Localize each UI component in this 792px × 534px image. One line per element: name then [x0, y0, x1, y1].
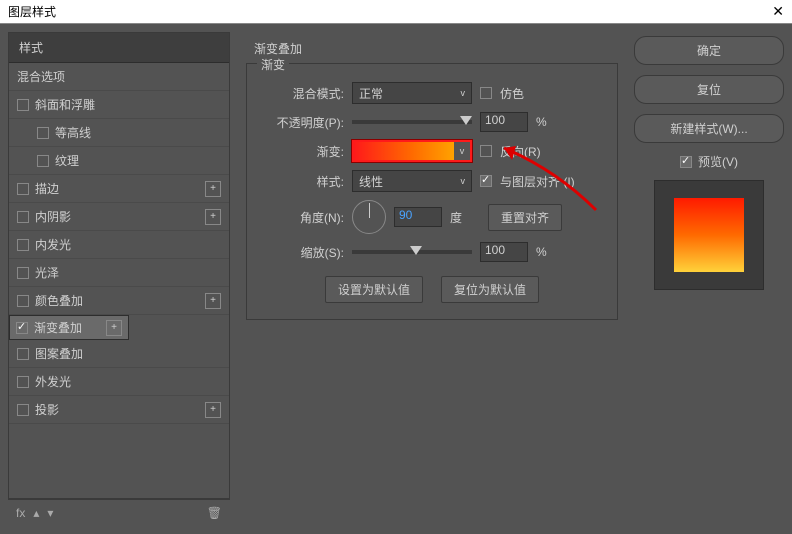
set-default-button[interactable]: 设置为默认值 [325, 276, 423, 303]
style-checkbox[interactable] [37, 127, 49, 139]
sidebar-item-10[interactable]: 图案叠加 [9, 340, 229, 368]
section-title: 渐变叠加 [246, 36, 618, 63]
sidebar-item-3[interactable]: 纹理 [9, 147, 229, 175]
sidebar-item-5[interactable]: 内阴影 + [9, 203, 229, 231]
preview-swatch [654, 180, 764, 290]
blend-mode-label: 混合模式: [259, 85, 344, 102]
chevron-down-icon: v [461, 88, 466, 98]
style-checkbox[interactable] [37, 155, 49, 167]
angle-dial[interactable] [352, 200, 386, 234]
dither-checkbox[interactable] [480, 87, 492, 99]
style-checkbox[interactable] [17, 183, 29, 195]
style-label: 外发光 [35, 373, 71, 390]
down-icon[interactable]: ▾ [47, 506, 53, 520]
sidebar-item-4[interactable]: 描边 + [9, 175, 229, 203]
add-effect-icon[interactable]: + [205, 293, 221, 309]
reverse-checkbox[interactable] [480, 145, 492, 157]
chevron-down-icon: v [461, 176, 466, 186]
sidebar-item-0[interactable]: 混合选项 [9, 63, 229, 91]
style-select[interactable]: 线性v [352, 170, 472, 192]
gradient-picker[interactable]: v [352, 140, 472, 162]
style-label: 颜色叠加 [35, 292, 83, 309]
style-label: 混合选项 [17, 68, 65, 85]
action-panel: 确定 复位 新建样式(W)... 预览(V) [634, 32, 784, 526]
style-checkbox[interactable] [17, 99, 29, 111]
reset-default-button[interactable]: 复位为默认值 [441, 276, 539, 303]
scale-input[interactable]: 100 [480, 242, 528, 262]
sidebar-item-11[interactable]: 外发光 [9, 368, 229, 396]
style-label: 样式: [259, 173, 344, 190]
titlebar: 图层样式 ✕ [0, 0, 792, 24]
style-checkbox[interactable] [17, 211, 29, 223]
add-effect-icon[interactable]: + [205, 181, 221, 197]
style-label: 等高线 [55, 124, 91, 141]
style-label: 光泽 [35, 264, 59, 281]
blend-mode-select[interactable]: 正常v [352, 82, 472, 104]
style-label: 投影 [35, 401, 59, 418]
align-label: 与图层对齐 (I) [500, 173, 575, 190]
style-label: 斜面和浮雕 [35, 96, 95, 113]
sidebar-item-6[interactable]: 内发光 [9, 231, 229, 259]
sidebar-item-12[interactable]: 投影 + [9, 396, 229, 424]
settings-panel: 渐变叠加 渐变 混合模式: 正常v 仿色 不透明度(P): 100 % 渐变: … [238, 32, 626, 526]
styles-sidebar: 样式 混合选项斜面和浮雕等高线纹理描边 + 内阴影 + 内发光光泽颜色叠加 + 渐变叠加 + 图… [8, 32, 230, 526]
sidebar-footer: fx ▴ ▾ 🗑 [8, 499, 230, 526]
style-label: 渐变叠加 [34, 319, 82, 336]
sidebar-item-1[interactable]: 斜面和浮雕 [9, 91, 229, 119]
preview-label: 预览(V) [698, 153, 738, 170]
style-label: 纹理 [55, 152, 79, 169]
sidebar-item-7[interactable]: 光泽 [9, 259, 229, 287]
close-icon[interactable]: ✕ [772, 3, 784, 20]
fx-icon[interactable]: fx [16, 506, 25, 520]
cancel-button[interactable]: 复位 [634, 75, 784, 104]
sidebar-item-8[interactable]: 颜色叠加 + [9, 287, 229, 315]
chevron-down-icon: v [454, 142, 470, 160]
sidebar-header: 样式 [9, 33, 229, 63]
style-checkbox[interactable] [17, 295, 29, 307]
new-style-button[interactable]: 新建样式(W)... [634, 114, 784, 143]
opacity-slider[interactable] [352, 120, 472, 124]
style-label: 描边 [35, 180, 59, 197]
style-checkbox[interactable] [17, 404, 29, 416]
align-checkbox[interactable] [480, 175, 492, 187]
add-effect-icon[interactable]: + [205, 402, 221, 418]
window-title: 图层样式 [8, 3, 56, 20]
style-label: 内发光 [35, 236, 71, 253]
style-checkbox[interactable] [17, 348, 29, 360]
add-effect-icon[interactable]: + [106, 320, 122, 336]
style-label: 图案叠加 [35, 345, 83, 362]
angle-input[interactable]: 90 [394, 207, 442, 227]
style-checkbox[interactable] [16, 322, 28, 334]
sidebar-item-9[interactable]: 渐变叠加 + [9, 315, 129, 340]
add-effect-icon[interactable]: + [205, 209, 221, 225]
angle-label: 角度(N): [259, 209, 344, 226]
reverse-label: 反向(R) [500, 143, 541, 160]
fieldset-legend: 渐变 [257, 56, 289, 73]
style-checkbox[interactable] [17, 267, 29, 279]
trash-icon[interactable]: 🗑 [207, 506, 222, 520]
ok-button[interactable]: 确定 [634, 36, 784, 65]
opacity-label: 不透明度(P): [259, 114, 344, 131]
dither-label: 仿色 [500, 85, 524, 102]
sidebar-item-2[interactable]: 等高线 [9, 119, 229, 147]
style-checkbox[interactable] [17, 376, 29, 388]
up-icon[interactable]: ▴ [33, 506, 39, 520]
style-label: 内阴影 [35, 208, 71, 225]
style-checkbox[interactable] [17, 239, 29, 251]
opacity-input[interactable]: 100 [480, 112, 528, 132]
reset-align-button[interactable]: 重置对齐 [488, 204, 562, 231]
scale-label: 缩放(S): [259, 244, 344, 261]
gradient-label: 渐变: [259, 143, 344, 160]
preview-checkbox[interactable] [680, 156, 692, 168]
scale-slider[interactable] [352, 250, 472, 254]
